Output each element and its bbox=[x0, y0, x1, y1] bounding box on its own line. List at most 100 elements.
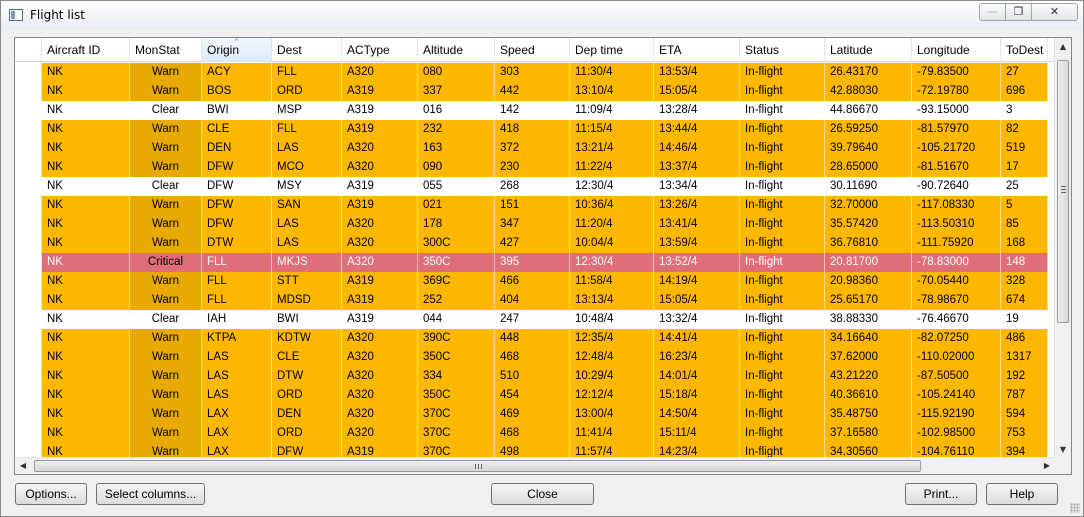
table-row[interactable]: NK Warn LAX ORD A320 370C 468 11:41/4 15:11/4 In-… bbox=[15, 424, 1055, 443]
table-row[interactable]: NK Warn DFW LAS A320 178 347 11:20/4 13:41/4 In-f… bbox=[15, 215, 1055, 234]
resize-grip-icon[interactable] bbox=[1070, 503, 1080, 513]
table-row[interactable]: NK Warn ACY FLL A320 080 303 11:30/4 13:53/4 In-f… bbox=[15, 63, 1055, 82]
row-header[interactable] bbox=[15, 101, 42, 120]
options-button[interactable]: Options... bbox=[15, 483, 87, 505]
column-header-monstat[interactable]: MonStat bbox=[130, 38, 202, 62]
column-header-actype[interactable]: ACType bbox=[342, 38, 418, 62]
column-header-longitude[interactable]: Longitude bbox=[912, 38, 1001, 62]
cell-monstat: Warn bbox=[130, 348, 202, 367]
cell-longitude: -105.21720 bbox=[912, 139, 1001, 158]
table-row[interactable]: NK Warn KTPA KDTW A320 390C 448 12:35/4 14:41/4 I… bbox=[15, 329, 1055, 348]
cell-actype: A320 bbox=[342, 405, 418, 424]
table-row[interactable]: NK Warn DFW MCO A320 090 230 11:22/4 13:37/4 In-f… bbox=[15, 158, 1055, 177]
cell-longitude: -90.72640 bbox=[912, 177, 1001, 196]
table-row[interactable]: NK Warn DFW SAN A319 021 151 10:36/4 13:26/4 In-f… bbox=[15, 196, 1055, 215]
row-header[interactable] bbox=[15, 329, 42, 348]
row-header[interactable] bbox=[15, 139, 42, 158]
row-header[interactable] bbox=[15, 82, 42, 101]
table-row[interactable]: NK Warn FLL STT A319 369C 466 11:58/4 14:19/4 In-… bbox=[15, 272, 1055, 291]
row-header[interactable] bbox=[15, 196, 42, 215]
column-header-altitude[interactable]: Altitude bbox=[418, 38, 495, 62]
column-header-aircraft-id[interactable]: Aircraft ID bbox=[42, 38, 130, 62]
cell-aircraft-id: NK bbox=[42, 272, 130, 291]
cell-monstat: Warn bbox=[130, 329, 202, 348]
scroll-left-icon[interactable]: ◀ bbox=[15, 458, 31, 474]
table-row[interactable]: NK Warn DTW LAS A320 300C 427 10:04/4 13:59/4 In-… bbox=[15, 234, 1055, 253]
vertical-scroll-thumb[interactable] bbox=[1057, 60, 1069, 323]
title-bar[interactable]: Flight list — ❐ ✕ bbox=[1, 1, 1083, 29]
column-header-dest[interactable]: Dest bbox=[272, 38, 342, 62]
cell-longitude: -115.92190 bbox=[912, 405, 1001, 424]
table-row[interactable]: NK Warn LAS DTW A320 334 510 10:29/4 14:01/4 In-f… bbox=[15, 367, 1055, 386]
row-header[interactable] bbox=[15, 158, 42, 177]
row-header[interactable] bbox=[15, 424, 42, 443]
table-row[interactable]: NK Warn FLL MDSD A319 252 404 13:13/4 15:05/4 In-… bbox=[15, 291, 1055, 310]
cell-dest: MKJS bbox=[272, 253, 342, 272]
row-header[interactable] bbox=[15, 63, 42, 82]
vertical-scrollbar[interactable]: ▲ ▼ bbox=[1054, 38, 1071, 458]
cell-speed: 510 bbox=[495, 367, 570, 386]
cell-aircraft-id: NK bbox=[42, 101, 130, 120]
row-header[interactable] bbox=[15, 348, 42, 367]
print-button[interactable]: Print... bbox=[905, 483, 977, 505]
cell-dep-time: 11:30/4 bbox=[570, 63, 654, 82]
row-header[interactable] bbox=[15, 177, 42, 196]
row-header[interactable] bbox=[15, 386, 42, 405]
cell-todest: 519 bbox=[1001, 139, 1048, 158]
cell-latitude: 25.65170 bbox=[825, 291, 912, 310]
horizontal-scrollbar[interactable]: ◀ ▶ bbox=[15, 457, 1055, 474]
table-row[interactable]: NK Clear DFW MSY A319 055 268 12:30/4 13:34/4 In-… bbox=[15, 177, 1055, 196]
help-button[interactable]: Help bbox=[986, 483, 1058, 505]
column-header-eta[interactable]: ETA bbox=[654, 38, 740, 62]
row-header[interactable] bbox=[15, 310, 42, 329]
cell-monstat: Warn bbox=[130, 234, 202, 253]
scroll-up-icon[interactable]: ▲ bbox=[1055, 38, 1071, 55]
table-row[interactable]: NK Warn LAX DEN A320 370C 469 13:00/4 14:50/4 In-… bbox=[15, 405, 1055, 424]
scroll-right-icon[interactable]: ▶ bbox=[1039, 458, 1055, 474]
cell-origin: DEN bbox=[202, 139, 272, 158]
row-header[interactable] bbox=[15, 291, 42, 310]
column-header-speed[interactable]: Speed bbox=[495, 38, 570, 62]
column-header-latitude[interactable]: Latitude bbox=[825, 38, 912, 62]
close-button[interactable]: Close bbox=[491, 483, 594, 505]
cell-altitude: 369C bbox=[418, 272, 495, 291]
table-row[interactable]: NK Warn LAS ORD A320 350C 454 12:12/4 15:18/4 In-… bbox=[15, 386, 1055, 405]
column-header-status[interactable]: Status bbox=[740, 38, 825, 62]
cell-latitude: 20.98360 bbox=[825, 272, 912, 291]
maximize-button[interactable]: ❐ bbox=[1005, 3, 1032, 21]
row-header[interactable] bbox=[15, 215, 42, 234]
table-row[interactable]: NK Warn CLE FLL A319 232 418 11:15/4 13:44/4 In-f… bbox=[15, 120, 1055, 139]
minimize-button[interactable]: — bbox=[979, 3, 1006, 21]
cell-status: In-flight bbox=[740, 120, 825, 139]
column-header-todest[interactable]: ToDest bbox=[1001, 38, 1048, 62]
column-header-dep-time[interactable]: Dep time bbox=[570, 38, 654, 62]
table-row[interactable]: NK Critical FLL MKJS A320 350C 395 12:30/4 13:52… bbox=[15, 253, 1055, 272]
select-columns-button[interactable]: Select columns... bbox=[96, 483, 205, 505]
row-header[interactable] bbox=[15, 120, 42, 139]
table-row[interactable]: NK Clear IAH BWI A319 044 247 10:48/4 13:32/4 In-… bbox=[15, 310, 1055, 329]
cell-latitude: 38.88330 bbox=[825, 310, 912, 329]
close-window-button[interactable]: ✕ bbox=[1031, 3, 1078, 21]
cell-latitude: 39.79640 bbox=[825, 139, 912, 158]
scroll-down-icon[interactable]: ▼ bbox=[1055, 441, 1071, 458]
row-header[interactable] bbox=[15, 272, 42, 291]
table-row[interactable]: NK Warn LAS CLE A320 350C 468 12:48/4 16:23/4 In-… bbox=[15, 348, 1055, 367]
table-row[interactable]: NK Clear BWI MSP A319 016 142 11:09/4 13:28/4 In-… bbox=[15, 101, 1055, 120]
cell-dep-time: 13:13/4 bbox=[570, 291, 654, 310]
table-row[interactable]: NK Warn BOS ORD A319 337 442 13:10/4 15:05/4 In-f… bbox=[15, 82, 1055, 101]
cell-monstat: Clear bbox=[130, 101, 202, 120]
row-header[interactable] bbox=[15, 405, 42, 424]
cell-speed: 427 bbox=[495, 234, 570, 253]
row-header[interactable] bbox=[15, 234, 42, 253]
horizontal-scroll-thumb[interactable] bbox=[34, 460, 921, 472]
row-header[interactable] bbox=[15, 367, 42, 386]
cell-dep-time: 12:48/4 bbox=[570, 348, 654, 367]
cell-aircraft-id: NK bbox=[42, 177, 130, 196]
cell-eta: 13:32/4 bbox=[654, 310, 740, 329]
cell-eta: 15:05/4 bbox=[654, 291, 740, 310]
row-header[interactable] bbox=[15, 253, 42, 272]
table-row[interactable]: NK Warn DEN LAS A320 163 372 13:21/4 14:46/4 In-f… bbox=[15, 139, 1055, 158]
column-header-origin[interactable]: Origin ^ bbox=[202, 38, 272, 62]
cell-eta: 15:11/4 bbox=[654, 424, 740, 443]
cell-dep-time: 12:35/4 bbox=[570, 329, 654, 348]
